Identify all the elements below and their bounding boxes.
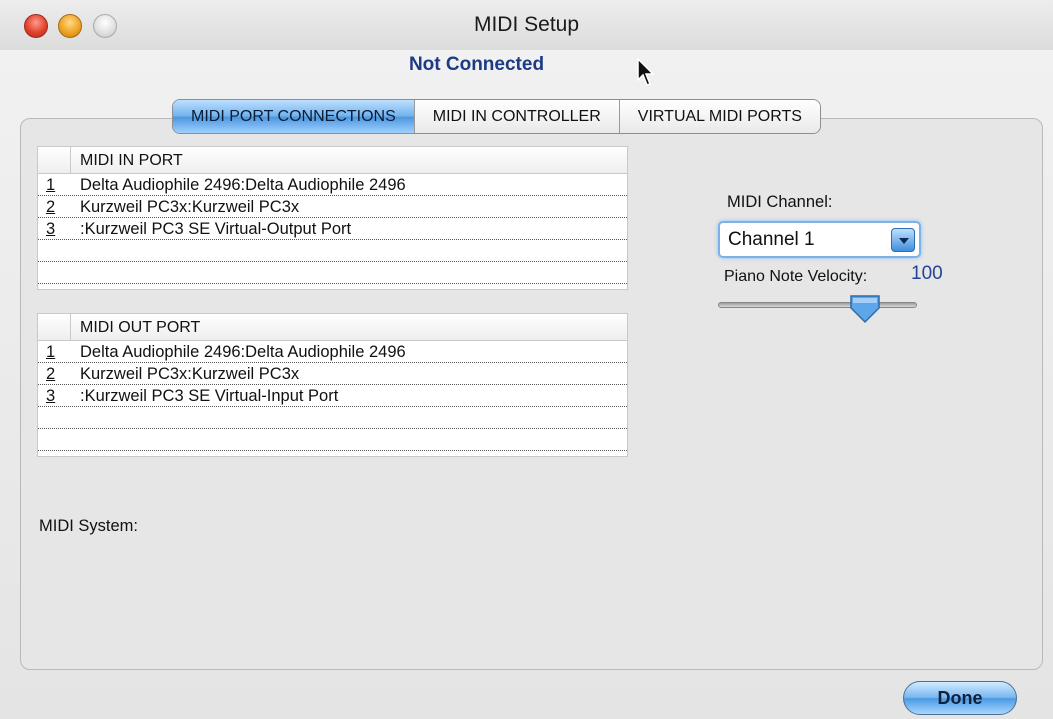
table-header[interactable]: MIDI OUT PORT	[38, 314, 627, 341]
midi-channel-select[interactable]: Channel 1	[718, 221, 921, 258]
port-name: Kurzweil PC3x:Kurzweil PC3x	[80, 198, 300, 216]
midi-in-port-table[interactable]: MIDI IN PORT 1 Delta Audiophile 2496:Del…	[37, 146, 628, 290]
empty-table-row[interactable]	[38, 407, 627, 429]
port-name: Kurzweil PC3x:Kurzweil PC3x	[80, 365, 300, 383]
done-button[interactable]: Done	[903, 681, 1017, 715]
row-number: 2	[46, 365, 56, 383]
empty-table-row[interactable]	[38, 240, 627, 262]
index-column-header	[38, 314, 71, 340]
velocity-label: Piano Note Velocity:	[724, 268, 868, 285]
empty-table-row[interactable]	[38, 429, 627, 451]
table-row[interactable]: 2 Kurzweil PC3x:Kurzweil PC3x	[38, 363, 627, 385]
tab-midi-port-connections[interactable]: MIDI PORT CONNECTIONS	[173, 100, 415, 133]
velocity-slider[interactable]	[718, 302, 917, 308]
row-number: 3	[46, 220, 56, 238]
dropdown-arrow-icon[interactable]	[891, 228, 915, 252]
title-bar[interactable]: MIDI Setup	[0, 0, 1053, 50]
table-row[interactable]: 1 Delta Audiophile 2496:Delta Audiophile…	[38, 341, 627, 363]
table-row[interactable]: 2 Kurzweil PC3x:Kurzweil PC3x	[38, 196, 627, 218]
velocity-value: 100	[911, 263, 943, 284]
table-row[interactable]: 3 :Kurzweil PC3 SE Virtual-Input Port	[38, 385, 627, 407]
empty-table-row[interactable]	[38, 262, 627, 284]
table-row[interactable]: 1 Delta Audiophile 2496:Delta Audiophile…	[38, 174, 627, 196]
midi-system-label: MIDI System:	[39, 517, 139, 535]
row-number: 3	[46, 387, 56, 405]
port-name: Delta Audiophile 2496:Delta Audiophile 2…	[80, 176, 406, 194]
tab-virtual-midi-ports[interactable]: VIRTUAL MIDI PORTS	[619, 100, 820, 133]
port-name: Delta Audiophile 2496:Delta Audiophile 2…	[80, 343, 406, 361]
window-title: MIDI Setup	[473, 13, 580, 36]
midi-out-port-table[interactable]: MIDI OUT PORT 1 Delta Audiophile 2496:De…	[37, 313, 628, 457]
tab-midi-in-controller[interactable]: MIDI IN CONTROLLER	[414, 100, 620, 133]
tab-bar: MIDI PORT CONNECTIONS MIDI IN CONTROLLER…	[172, 99, 821, 134]
table-header[interactable]: MIDI IN PORT	[38, 147, 627, 174]
mouse-pointer-icon	[637, 58, 655, 86]
row-number: 2	[46, 198, 56, 216]
port-name: :Kurzweil PC3 SE Virtual-Input Port	[80, 387, 339, 405]
table-row[interactable]: 3 :Kurzweil PC3 SE Virtual-Output Port	[38, 218, 627, 240]
row-number: 1	[46, 343, 56, 361]
midi-channel-label: MIDI Channel:	[727, 193, 833, 211]
row-number: 1	[46, 176, 56, 194]
port-name: :Kurzweil PC3 SE Virtual-Output Port	[80, 220, 352, 238]
velocity-slider-thumb[interactable]	[849, 294, 881, 324]
index-column-header	[38, 147, 71, 173]
midi-channel-value: Channel 1	[728, 229, 815, 250]
midi-in-port-header: MIDI IN PORT	[80, 152, 183, 169]
midi-out-port-header: MIDI OUT PORT	[80, 319, 201, 336]
midi-setup-window: MIDI Setup Not Connected MIDI PORT CONNE…	[0, 0, 1053, 719]
connection-status: Not Connected	[408, 54, 545, 75]
